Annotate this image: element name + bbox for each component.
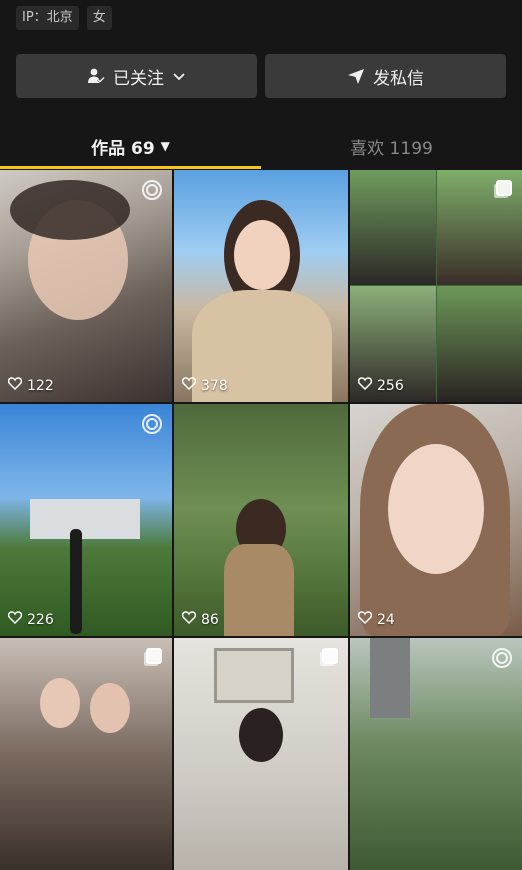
post-thumbnail xyxy=(350,404,522,636)
likes-count: 122 xyxy=(27,377,54,394)
multi-image-icon xyxy=(496,180,512,196)
paper-plane-icon xyxy=(347,67,365,85)
post-tile[interactable]: 256 xyxy=(350,170,522,402)
post-thumbnail xyxy=(174,404,348,636)
send-message-button[interactable]: 发私信 xyxy=(265,54,506,98)
ip-location-tag: IP：北京 xyxy=(16,6,79,30)
post-tile[interactable] xyxy=(174,638,348,870)
likes-count: 378 xyxy=(201,377,228,394)
heart-icon xyxy=(357,611,373,628)
send-message-label: 发私信 xyxy=(373,68,424,89)
likes-count: 226 xyxy=(27,611,54,628)
post-likes: 378 xyxy=(181,377,228,394)
post-tile[interactable]: 24 xyxy=(350,404,522,636)
multi-image-icon xyxy=(322,648,338,664)
post-tile[interactable]: 122 xyxy=(0,170,172,402)
post-thumbnail xyxy=(0,404,172,636)
tab-works[interactable]: 作品 69 ▼ xyxy=(0,124,261,168)
following-button[interactable]: 已关注 xyxy=(16,54,257,98)
profile-tabs: 作品 69 ▼ 喜欢 1199 xyxy=(0,124,522,168)
active-tab-indicator xyxy=(0,166,261,169)
chevron-down-icon xyxy=(172,69,186,83)
post-likes: 86 xyxy=(181,611,219,628)
post-likes: 24 xyxy=(357,611,395,628)
likes-count: 86 xyxy=(201,611,219,628)
live-photo-icon xyxy=(142,414,162,434)
heart-icon xyxy=(181,377,197,394)
tab-works-label: 作品 69 xyxy=(91,138,155,159)
post-thumbnail xyxy=(350,638,522,870)
post-tile[interactable] xyxy=(0,638,172,870)
heart-icon xyxy=(7,377,23,394)
gender-tag: 女 xyxy=(86,6,112,30)
likes-count: 24 xyxy=(377,611,395,628)
profile-tags: IP：北京 女 xyxy=(16,6,112,30)
post-thumbnail xyxy=(0,170,172,402)
post-tile[interactable]: 226 xyxy=(0,404,172,636)
user-check-icon xyxy=(87,67,105,85)
post-likes: 256 xyxy=(357,377,404,394)
post-thumbnail xyxy=(174,638,348,870)
post-tile[interactable]: 86 xyxy=(174,404,348,636)
heart-icon xyxy=(181,611,197,628)
caret-down-icon: ▼ xyxy=(160,139,170,153)
post-thumbnail xyxy=(174,170,348,402)
posts-grid: 122 378 256 226 86 24 xyxy=(0,170,522,870)
multi-image-icon xyxy=(146,648,162,664)
tab-likes[interactable]: 喜欢 1199 xyxy=(261,124,522,168)
heart-icon xyxy=(357,377,373,394)
live-photo-icon xyxy=(492,648,512,668)
likes-count: 256 xyxy=(377,377,404,394)
heart-icon xyxy=(7,611,23,628)
post-likes: 122 xyxy=(7,377,54,394)
live-photo-icon xyxy=(142,180,162,200)
tab-likes-label: 喜欢 1199 xyxy=(350,138,433,159)
post-tile[interactable]: 378 xyxy=(174,170,348,402)
post-tile[interactable] xyxy=(350,638,522,870)
following-label: 已关注 xyxy=(113,68,164,89)
profile-actions: 已关注 发私信 xyxy=(16,54,506,98)
post-likes: 226 xyxy=(7,611,54,628)
post-thumbnail xyxy=(350,170,522,402)
post-thumbnail xyxy=(0,638,172,870)
